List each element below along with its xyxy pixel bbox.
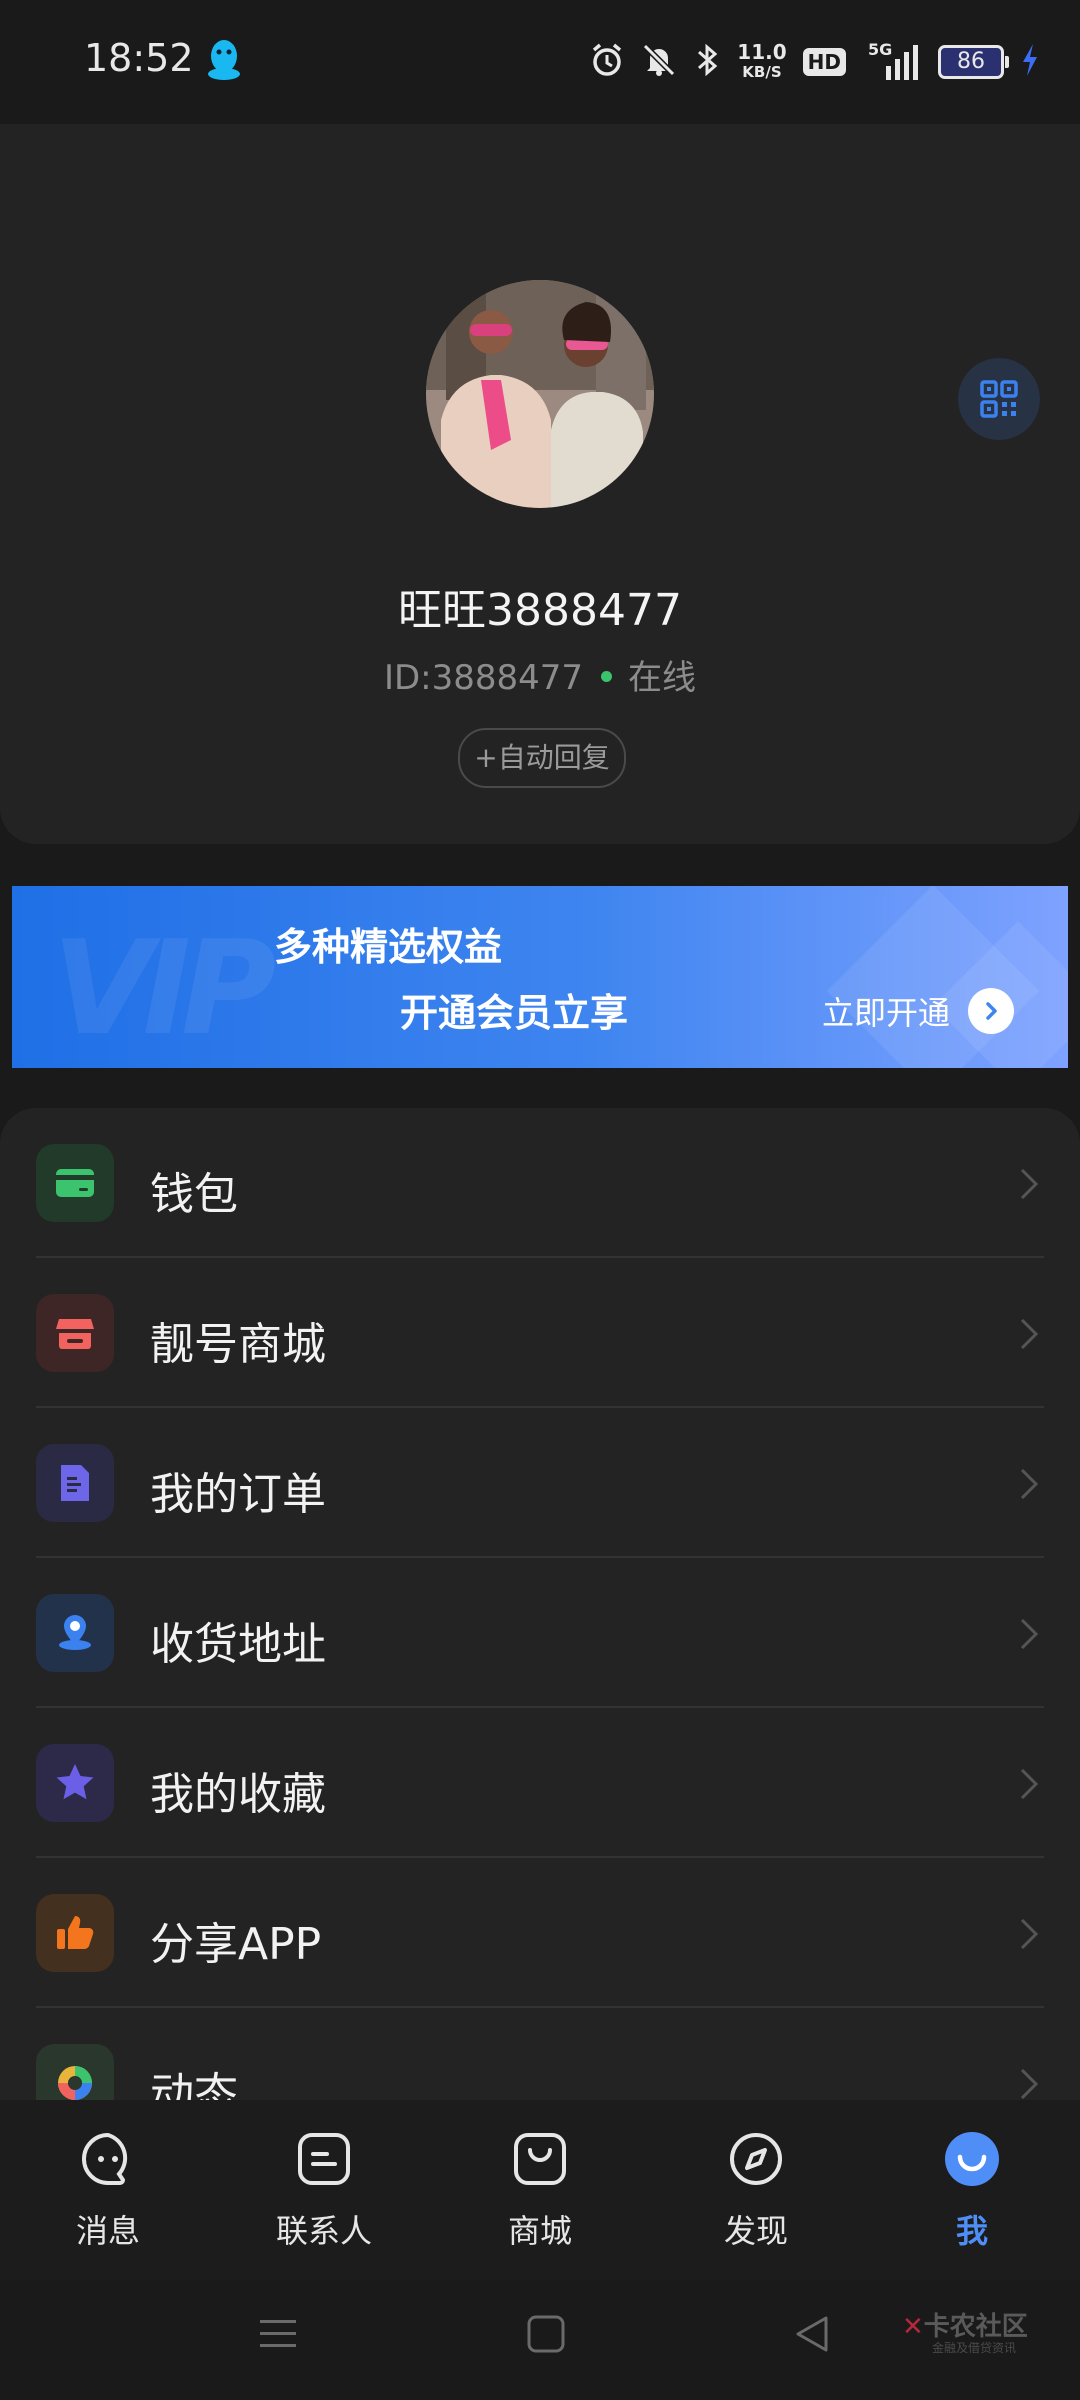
vip-open-label: 立即开通 bbox=[822, 994, 951, 1032]
watermark-subtext: 金融及借贷资讯 bbox=[932, 2341, 1017, 2355]
nav-label: 发现 bbox=[723, 2212, 788, 2250]
network-speed-unit: KB/S bbox=[742, 63, 782, 81]
menu-item-share-app[interactable]: 分享APP bbox=[0, 1858, 1080, 2008]
message-icon bbox=[79, 2130, 137, 2188]
star-icon bbox=[36, 1744, 114, 1822]
auto-reply-button[interactable]: +自动回复 bbox=[458, 728, 626, 788]
thumbs-up-icon bbox=[36, 1894, 114, 1972]
order-icon bbox=[36, 1444, 114, 1522]
nav-label: 我 bbox=[955, 2212, 988, 2250]
home-square-icon bbox=[527, 2315, 565, 2353]
alarm-icon bbox=[589, 42, 625, 82]
chevron-right-icon bbox=[1020, 1468, 1039, 1500]
vip-subheadline: 开通会员立享 bbox=[400, 991, 629, 1035]
vip-open-button[interactable]: 立即开通 bbox=[822, 988, 1015, 1034]
back-triangle-icon bbox=[796, 2316, 828, 2352]
nav-label: 联系人 bbox=[275, 2212, 372, 2250]
user-id-row: ID:3888477 在线 bbox=[0, 650, 1080, 699]
profile-card: 旺旺3888477 ID:3888477 在线 +自动回复 bbox=[0, 124, 1080, 844]
site-watermark: ✕卡农社区 金融及借贷资讯 bbox=[902, 2306, 1028, 2356]
chevron-right-icon bbox=[968, 988, 1015, 1034]
menu-label: 分享APP bbox=[150, 1919, 322, 1970]
menu-item-my-favorites[interactable]: 我的收藏 bbox=[0, 1708, 1080, 1858]
me-icon bbox=[943, 2130, 1001, 2188]
nav-tab-me[interactable]: 我 bbox=[902, 2130, 1042, 2252]
nav-tab-discover[interactable]: 发现 bbox=[686, 2130, 826, 2252]
wallet-icon bbox=[36, 1144, 114, 1222]
status-time: 18:52 bbox=[84, 36, 194, 80]
chevron-right-icon bbox=[1020, 1318, 1039, 1350]
back-button[interactable] bbox=[792, 2314, 832, 2358]
chevron-right-icon bbox=[1020, 1618, 1039, 1650]
nav-label: 消息 bbox=[75, 2212, 140, 2250]
menu-item-wallet[interactable]: 钱包 bbox=[0, 1108, 1080, 1258]
status-icons: 11.0 KB/S HD 5G 86 bbox=[589, 38, 1040, 86]
nav-tab-messages[interactable]: 消息 bbox=[38, 2130, 178, 2252]
vip-headline: 多种精选权益 bbox=[274, 925, 503, 969]
nav-tab-contacts[interactable]: 联系人 bbox=[254, 2130, 394, 2252]
chevron-right-icon bbox=[1020, 2068, 1039, 2100]
qr-code-icon bbox=[980, 380, 1018, 418]
menu-label: 我的收藏 bbox=[150, 1769, 326, 1820]
recent-apps-button[interactable] bbox=[258, 2314, 298, 2358]
vip-banner[interactable]: VIP 多种精选权益 开通会员立享 立即开通 bbox=[12, 886, 1068, 1068]
menu-label: 我的订单 bbox=[150, 1469, 326, 1520]
battery-indicator: 86 bbox=[938, 45, 1009, 79]
chevron-right-icon bbox=[1020, 1768, 1039, 1800]
network-speed: 11.0 KB/S bbox=[737, 42, 786, 82]
menu-item-shipping-address[interactable]: 收货地址 bbox=[0, 1558, 1080, 1708]
nav-label: 商城 bbox=[507, 2212, 572, 2250]
chevron-right-icon bbox=[1020, 1168, 1039, 1200]
moments-icon bbox=[36, 2044, 114, 2108]
menu-lines-icon bbox=[260, 2320, 296, 2347]
home-button[interactable] bbox=[526, 2314, 566, 2358]
status-bar: 18:52 11.0 KB/S HD 5G 86 bbox=[0, 0, 1080, 124]
menu-item-moments[interactable]: 动态 bbox=[0, 2008, 1080, 2108]
signal-icon: 5G bbox=[862, 40, 922, 82]
qr-code-button[interactable] bbox=[958, 358, 1040, 440]
vip-watermark: VIP bbox=[52, 912, 276, 1064]
nav-tab-shop[interactable]: 商城 bbox=[470, 2130, 610, 2252]
chevron-right-icon bbox=[1020, 1918, 1039, 1950]
menu-label: 钱包 bbox=[150, 1169, 238, 1220]
menu-item-premium-number-store[interactable]: 靓号商城 bbox=[0, 1258, 1080, 1408]
contacts-icon bbox=[295, 2130, 353, 2188]
bottom-navigation: 消息 联系人 商城 发现 我 bbox=[0, 2100, 1080, 2280]
username: 旺旺3888477 bbox=[398, 585, 682, 636]
user-id: ID:3888477 bbox=[383, 658, 584, 698]
menu-item-my-orders[interactable]: 我的订单 bbox=[0, 1408, 1080, 1558]
watermark-logo-icon: ✕ bbox=[902, 2312, 924, 2342]
hd-badge: HD bbox=[802, 48, 846, 76]
network-speed-value: 11.0 bbox=[737, 40, 787, 64]
menu-label: 靓号商城 bbox=[150, 1319, 326, 1370]
compass-icon bbox=[727, 2130, 785, 2188]
menu-label: 收货地址 bbox=[150, 1619, 326, 1670]
online-status-dot bbox=[601, 671, 613, 682]
qq-notification-icon bbox=[206, 38, 242, 86]
avatar[interactable] bbox=[426, 280, 654, 508]
online-status: 在线 bbox=[628, 658, 697, 698]
watermark-text: 卡农社区 bbox=[923, 2312, 1028, 2342]
charging-icon bbox=[1020, 42, 1040, 82]
location-icon bbox=[36, 1594, 114, 1672]
menu-list: 钱包 靓号商城 我的订单 收货地址 我的收藏 分享APP 动态 bbox=[0, 1108, 1080, 2108]
mute-bell-icon bbox=[641, 42, 677, 82]
shop-bag-icon bbox=[511, 2130, 569, 2188]
bluetooth-icon bbox=[693, 42, 721, 82]
store-icon bbox=[36, 1294, 114, 1372]
